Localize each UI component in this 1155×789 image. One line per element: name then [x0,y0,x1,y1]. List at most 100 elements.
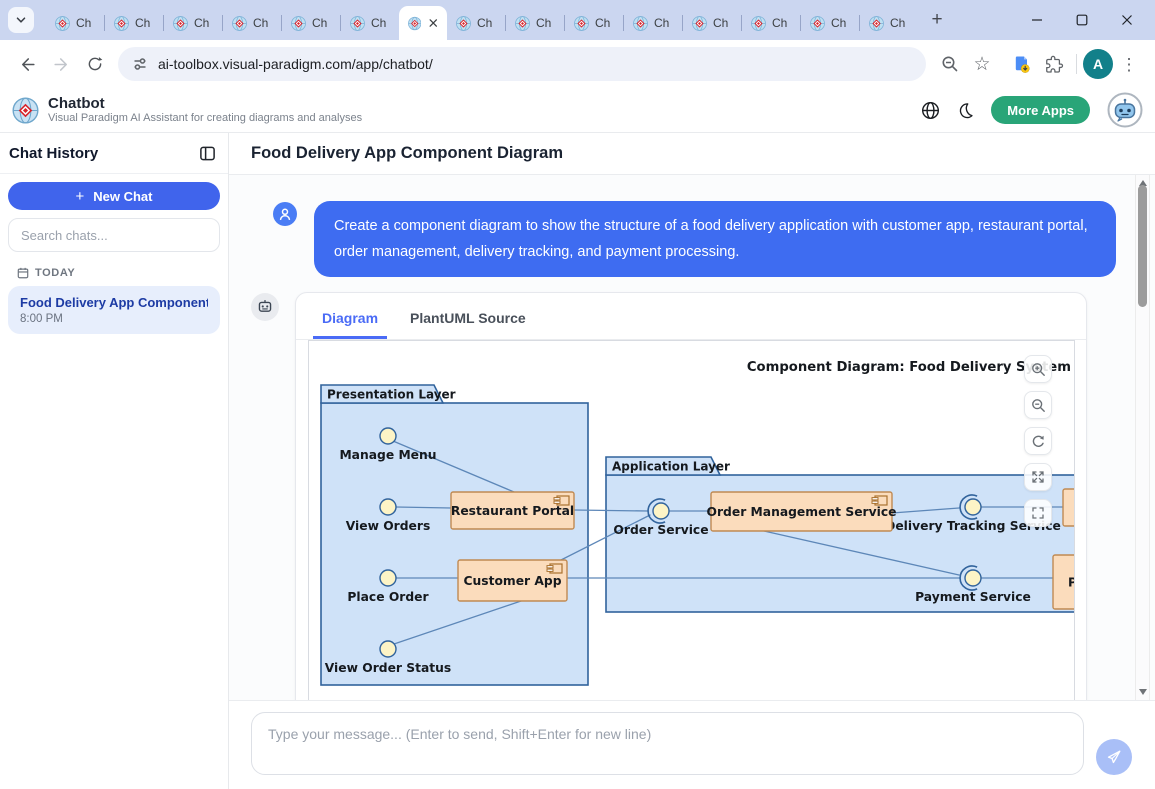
app-header: Chatbot Visual Paradigm AI Assistant for… [0,88,1155,133]
reload-button[interactable] [78,47,112,81]
section-label: TODAY [35,267,75,279]
svg-text:View Orders: View Orders [346,519,431,533]
bookmark-button[interactable]: ☆ [966,48,998,80]
user-avatar [273,202,297,226]
search-chats-input[interactable] [8,218,220,252]
zoom-out-button[interactable] [1024,391,1052,419]
reload-icon [86,55,104,73]
extensions-button[interactable] [1038,48,1070,80]
browser-menu-button[interactable]: ⋮ [1113,48,1145,80]
browser-tab[interactable]: Ch [565,6,623,40]
new-chat-label: New Chat [93,189,152,204]
app-titles: Chatbot Visual Paradigm AI Assistant for… [48,95,362,125]
fullscreen-icon [1031,506,1045,520]
message-input[interactable] [251,712,1084,775]
visual-paradigm-favicon [515,16,530,31]
kebab-icon: ⋮ [1121,56,1138,73]
browser-tab[interactable]: Ch [860,6,918,40]
send-plane-icon [1106,749,1122,765]
browser-tab[interactable]: Ch [164,6,222,40]
tab-strip-tabs: ChChChChChChChChChChChChChCh [46,6,918,40]
profile-avatar[interactable]: A [1083,49,1113,79]
chatbot-avatar-icon[interactable] [1107,92,1143,128]
component-customer-app: Customer App [458,560,567,601]
robot-icon [257,299,273,315]
app-title: Chatbot [48,95,362,112]
tab-title: Ch [194,16,209,30]
component-restaurant-portal: Restaurant Portal [451,492,574,529]
fit-expand-button[interactable] [1024,463,1052,491]
star-icon: ☆ [973,55,990,74]
browser-tab[interactable]: Ch [624,6,682,40]
more-apps-button[interactable]: More Apps [991,96,1090,124]
tab-title: Ch [76,16,91,30]
svg-text:View Order Status: View Order Status [325,661,452,675]
browser-toolbar: ai-toolbox.visual-paradigm.com/app/chatb… [0,40,1155,88]
send-button[interactable] [1096,739,1132,775]
tab-close-icon[interactable] [427,16,440,30]
browser-tab[interactable]: Ch [105,6,163,40]
tab-search-button[interactable] [8,7,34,33]
forward-button[interactable] [44,47,78,81]
plus-icon: + [76,188,85,205]
svg-text:Customer App: Customer App [463,574,561,588]
svg-text:Presentation Layer: Presentation Layer [327,388,456,402]
browser-tab-active[interactable] [399,6,447,40]
visual-paradigm-favicon [574,16,589,31]
minimize-button[interactable] [1014,0,1059,40]
new-tab-button[interactable]: + [924,7,950,33]
fullscreen-button[interactable] [1024,499,1052,527]
dark-mode-moon-icon[interactable] [957,102,974,119]
zoom-in-button[interactable] [1024,355,1052,383]
chevron-down-icon [14,13,28,27]
back-button[interactable] [10,47,44,81]
visual-paradigm-favicon [173,16,188,31]
chat-scrollbar[interactable] [1135,175,1150,700]
svg-text:Order Service: Order Service [613,523,708,537]
browser-tab[interactable]: Ch [742,6,800,40]
tab-diagram[interactable]: Diagram [313,297,387,339]
tab-title: Ch [831,16,846,30]
sidebar-body: + New Chat TODAY Food Delivery App Compo… [0,174,228,342]
zoom-out-icon [1031,398,1046,413]
svg-text:Restaurant Portal: Restaurant Portal [451,504,574,518]
scroll-down-arrow[interactable] [1139,689,1147,695]
new-chat-button[interactable]: + New Chat [8,182,220,210]
browser-tab[interactable]: Ch [683,6,741,40]
tab-title: Ch [772,16,787,30]
browser-tab[interactable]: Ch [223,6,281,40]
assistant-response-card: Diagram PlantUML Source Presentation Lay… [295,292,1087,700]
visual-paradigm-favicon [456,16,471,31]
visual-paradigm-favicon [350,16,365,31]
sidebar: Chat History + New Chat TODAY Food Deliv… [0,133,229,789]
collapse-sidebar-icon[interactable] [199,145,216,162]
browser-tab[interactable]: Ch [801,6,859,40]
chat-history-item[interactable]: Food Delivery App Component ... 8:00 PM [8,286,220,334]
omnibox[interactable]: ai-toolbox.visual-paradigm.com/app/chatb… [118,47,926,81]
svg-text:Place Order: Place Order [347,590,429,604]
maximize-button[interactable] [1059,0,1104,40]
minimize-icon [1031,14,1043,26]
svg-text:Manage Menu: Manage Menu [339,448,436,462]
reset-view-button[interactable] [1024,427,1052,455]
diagram-viewport[interactable]: Presentation LayerApplication LayerManag… [308,340,1075,700]
browser-tab[interactable]: Ch [506,6,564,40]
page-zoom-button[interactable] [934,48,966,80]
tab-title: Ch [890,16,905,30]
reading-mode-button[interactable] [1006,48,1038,80]
tab-strip: ChChChChChChChChChChChChChCh + [0,0,1155,40]
visual-paradigm-favicon [633,16,648,31]
tab-title: Ch [595,16,610,30]
close-window-button[interactable] [1104,0,1149,40]
tab-plantuml-source[interactable]: PlantUML Source [401,297,535,339]
reset-icon [1031,434,1046,449]
maximize-icon [1076,14,1088,26]
language-globe-icon[interactable] [921,101,940,120]
forward-icon [52,55,71,74]
scrollbar-thumb[interactable] [1138,185,1147,307]
user-message-bubble: Create a component diagram to show the s… [314,201,1116,277]
browser-tab[interactable]: Ch [341,6,399,40]
browser-tab[interactable]: Ch [447,6,505,40]
browser-tab[interactable]: Ch [46,6,104,40]
browser-tab[interactable]: Ch [282,6,340,40]
